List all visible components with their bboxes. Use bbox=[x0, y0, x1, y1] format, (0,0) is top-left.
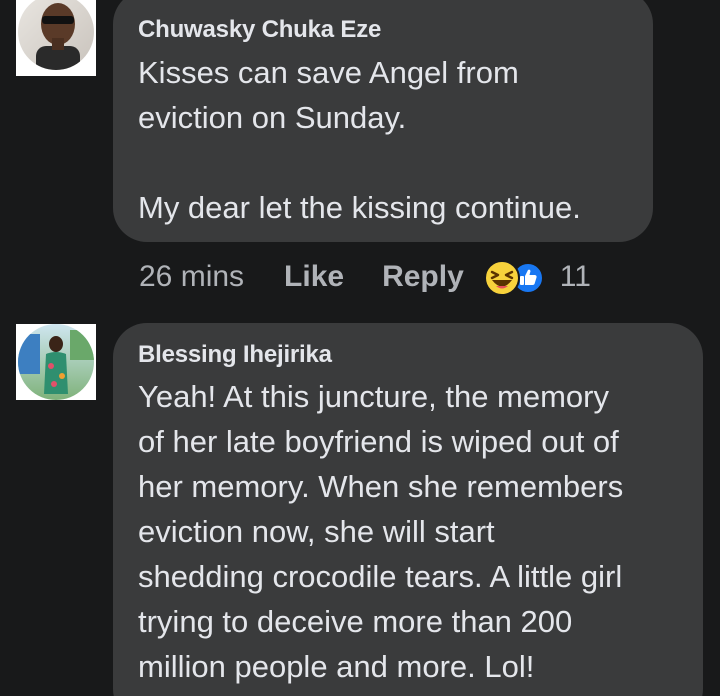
avatar[interactable] bbox=[16, 0, 96, 76]
haha-icon bbox=[483, 260, 520, 296]
comment-author[interactable]: Blessing Ihejirika bbox=[138, 340, 679, 370]
reply-button[interactable]: Reply bbox=[382, 260, 464, 294]
avatar[interactable] bbox=[16, 324, 96, 400]
comment-bubble: Blessing Ihejirika Yeah! At this junctur… bbox=[113, 323, 703, 696]
profile-photo bbox=[18, 324, 94, 400]
reaction-count[interactable]: 11 bbox=[560, 260, 591, 294]
comment-author[interactable]: Chuwasky Chuka Eze bbox=[138, 15, 629, 45]
profile-photo bbox=[18, 0, 94, 70]
comment-bubble: Chuwasky Chuka Eze Kisses can save Angel… bbox=[113, 0, 653, 242]
comment-text: Kisses can save Angel from eviction on S… bbox=[138, 55, 581, 225]
reactions-summary[interactable] bbox=[483, 257, 546, 297]
comments-thread: Chuwasky Chuka Eze Kisses can save Angel… bbox=[0, 0, 720, 696]
like-button[interactable]: Like bbox=[284, 260, 344, 294]
comment-text: Yeah! At this juncture, the memory of he… bbox=[138, 379, 624, 684]
comment-actions: 26 mins Like Reply 11 bbox=[139, 255, 591, 299]
comment-timestamp[interactable]: 26 mins bbox=[139, 260, 244, 294]
